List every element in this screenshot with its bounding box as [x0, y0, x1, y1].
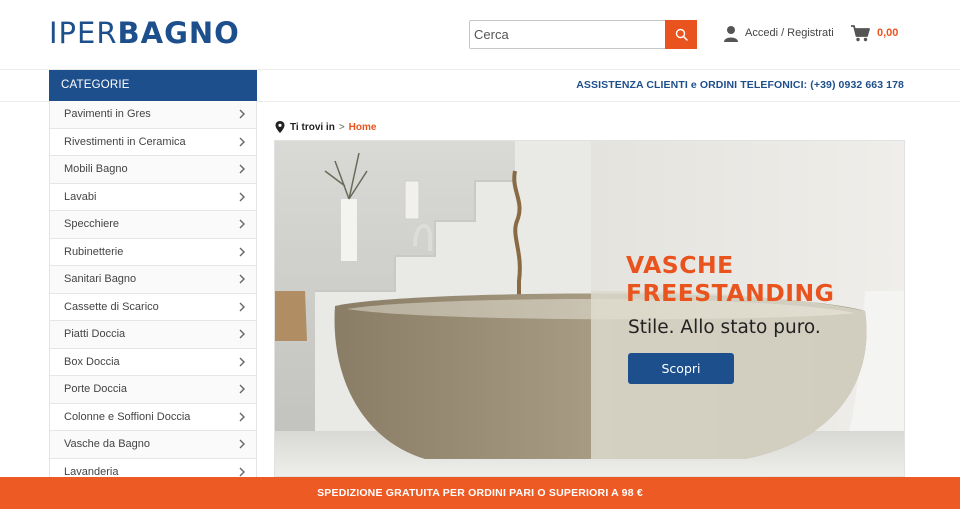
sidebar-item-label: Piatti Doccia: [64, 328, 126, 341]
sidebar-item-label: Sanitari Bagno: [64, 273, 137, 286]
chevron-right-icon: [239, 274, 245, 284]
site-logo[interactable]: IPERBAGNO: [49, 18, 240, 48]
hero-banner[interactable]: VASCHE FREESTANDING Stile. Allo stato pu…: [274, 140, 905, 477]
cart-total[interactable]: 0,00: [877, 27, 898, 39]
breadcrumb-home-link[interactable]: Home: [349, 122, 377, 133]
chevron-right-icon: [239, 357, 245, 367]
sidebar-item-vasche-da-bagno[interactable]: Vasche da Bagno: [50, 431, 256, 459]
banner-title-line1: VASCHE: [626, 251, 734, 279]
chevron-right-icon: [239, 329, 245, 339]
sidebar-item-label: Cassette di Scarico: [64, 300, 159, 313]
search-icon: [675, 28, 688, 41]
sidebar-item-sanitari-bagno[interactable]: Sanitari Bagno: [50, 266, 256, 294]
sidebar-item-colonne-e-soffioni-doccia[interactable]: Colonne e Soffioni Doccia: [50, 403, 256, 431]
breadcrumb: Ti trovi in > Home: [275, 121, 376, 133]
sidebar-item-lavanderia[interactable]: Lavanderia: [50, 458, 256, 477]
sidebar-item-label: Lavabi: [64, 190, 97, 203]
site-header: IPERBAGNO Accedi / Registrati 0,00: [0, 0, 960, 70]
cart-icon[interactable]: [851, 25, 870, 42]
sidebar-item-label: Rivestimenti in Ceramica: [64, 135, 186, 148]
search-button[interactable]: [665, 20, 697, 49]
location-pin-icon: [275, 121, 285, 133]
freestanding-bathtub-photo: [275, 141, 904, 476]
banner-subtitle: Stile. Allo stato puro.: [628, 317, 821, 338]
sidebar-item-rubinetterie[interactable]: Rubinetterie: [50, 238, 256, 266]
chevron-right-icon: [239, 384, 245, 394]
sidebar-item-porte-doccia[interactable]: Porte Doccia: [50, 376, 256, 404]
breadcrumb-separator: >: [338, 121, 345, 133]
breadcrumb-label: Ti trovi in: [290, 121, 335, 133]
sidebar-item-label: Lavanderia: [64, 465, 119, 477]
logo-text-bagno: BAGNO: [117, 16, 240, 50]
user-icon[interactable]: [723, 25, 739, 42]
chevron-right-icon: [239, 109, 245, 119]
search-box: [469, 20, 697, 49]
sidebar-item-label: Vasche da Bagno: [64, 438, 151, 451]
chevron-right-icon: [239, 467, 245, 477]
chevron-right-icon: [239, 302, 245, 312]
chevron-right-icon: [239, 439, 245, 449]
sidebar-item-piatti-doccia[interactable]: Piatti Doccia: [50, 321, 256, 349]
sidebar-item-label: Box Doccia: [64, 355, 120, 368]
chevron-right-icon: [239, 247, 245, 257]
sidebar-item-label: Mobili Bagno: [64, 163, 128, 176]
sidebar-item-lavabi[interactable]: Lavabi: [50, 183, 256, 211]
discover-button[interactable]: Scopri: [628, 353, 734, 384]
sidebar-item-label: Pavimenti in Gres: [64, 108, 151, 121]
banner-title-line2: FREESTANDING: [626, 279, 835, 307]
sidebar-item-pavimenti-in-gres[interactable]: Pavimenti in Gres: [50, 101, 256, 129]
customer-assistance-phone: ASSISTENZA CLIENTI e ORDINI TELEFONICI: …: [576, 79, 904, 91]
login-register-link[interactable]: Accedi / Registrati: [745, 27, 834, 39]
chevron-right-icon: [239, 219, 245, 229]
search-input[interactable]: [470, 21, 666, 48]
sidebar-item-label: Specchiere: [64, 218, 120, 231]
logo-text-iper: IPER: [49, 16, 118, 50]
chevron-right-icon: [239, 164, 245, 174]
chevron-right-icon: [239, 412, 245, 422]
sidebar-item-specchiere[interactable]: Specchiere: [50, 211, 256, 239]
sidebar-item-label: Porte Doccia: [64, 383, 127, 396]
sidebar-item-cassette-di-scarico[interactable]: Cassette di Scarico: [50, 293, 256, 321]
sidebar-item-label: Rubinetterie: [64, 245, 124, 258]
sidebar-item-rivestimenti-in-ceramica[interactable]: Rivestimenti in Ceramica: [50, 128, 256, 156]
chevron-right-icon: [239, 137, 245, 147]
chevron-right-icon: [239, 192, 245, 202]
free-shipping-banner: SPEDIZIONE GRATUITA PER ORDINI PARI O SU…: [0, 477, 960, 509]
banner-title: VASCHE FREESTANDING: [626, 251, 896, 307]
sidebar-item-label: Colonne e Soffioni Doccia: [64, 410, 191, 423]
category-sidebar: Pavimenti in Gres Rivestimenti in Cerami…: [49, 101, 257, 477]
categories-header[interactable]: CATEGORIE: [49, 70, 257, 101]
sidebar-item-mobili-bagno[interactable]: Mobili Bagno: [50, 156, 256, 184]
sidebar-item-box-doccia[interactable]: Box Doccia: [50, 348, 256, 376]
